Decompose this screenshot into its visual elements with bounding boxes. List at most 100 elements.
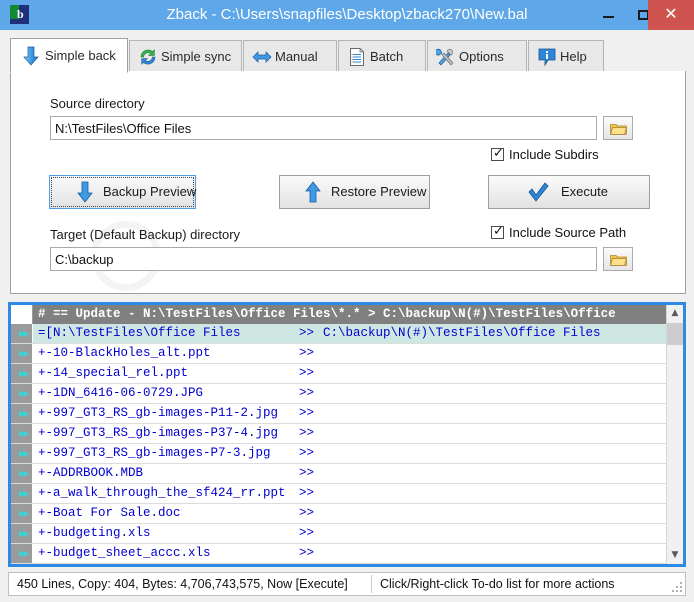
todo-list-inner: # == Update - N:\TestFiles\Office Files\… xyxy=(11,305,683,564)
row-gutter[interactable]: ▸▸ xyxy=(11,404,33,423)
tab-manual[interactable]: Manual xyxy=(243,40,337,72)
todo-row-name: +-997_GT3_RS_gb-images-P37-4.jpg xyxy=(38,426,279,440)
tab-batch-label: Batch xyxy=(370,49,404,64)
double-chevron-right-icon: ▸▸ xyxy=(18,506,29,520)
down-arrow-icon xyxy=(21,46,41,66)
include-subdirs-box: ✓ xyxy=(491,145,504,161)
chevron-down-icon: ▼ xyxy=(671,550,679,560)
todo-list-row[interactable]: ▸▸ +-1DN_6416-06-0729.JPG >> xyxy=(11,384,666,404)
include-source-path-label: Include Source Path xyxy=(509,225,627,240)
todo-row-arrow: >> xyxy=(299,506,315,520)
resize-grip[interactable] xyxy=(670,580,682,592)
double-chevron-right-icon: ▸▸ xyxy=(18,446,29,460)
backup-preview-button[interactable]: Backup Preview xyxy=(49,175,196,209)
status-left-text: 450 Lines, Copy: 404, Bytes: 4,706,743,5… xyxy=(17,577,348,591)
minimize-button[interactable] xyxy=(590,0,626,30)
todo-list-row[interactable]: ▸▸ +-997_GT3_RS_gb-images-P37-4.jpg >> xyxy=(11,424,666,444)
row-gutter[interactable]: ▸▸ xyxy=(11,324,33,343)
target-directory-input[interactable] xyxy=(50,247,597,271)
blue-up-arrow-icon xyxy=(302,181,324,203)
todo-list-row[interactable]: ▸▸ +-ADDRBOOK.MDB >> xyxy=(11,464,666,484)
execute-label: Execute xyxy=(561,184,608,199)
tab-help-label: Help xyxy=(560,49,587,64)
chevron-up-icon: ▲ xyxy=(671,308,679,318)
double-chevron-right-icon: ▸▸ xyxy=(18,406,29,420)
todo-row-arrow: >> xyxy=(299,486,315,500)
todo-list-scrollbar[interactable]: ▲ ▼ xyxy=(666,305,683,564)
todo-list-row[interactable]: ▸▸ +-10-BlackHoles_alt.ppt >> xyxy=(11,344,666,364)
tools-wrench-icon xyxy=(436,47,456,67)
todo-row-arrow: >> xyxy=(299,466,315,480)
folder-icon xyxy=(610,124,627,135)
target-browse-button[interactable] xyxy=(603,247,633,271)
todo-row-arrow: >> xyxy=(299,446,315,460)
double-chevron-right-icon: ▸▸ xyxy=(18,346,29,360)
close-icon: ✕ xyxy=(664,6,678,23)
todo-row-name: +-10-BlackHoles_alt.ppt xyxy=(38,346,211,360)
todo-list-row[interactable]: ▸▸ +-a_walk_through_the_sf424_rr.ppt >> xyxy=(11,484,666,504)
tab-batch[interactable]: Batch xyxy=(338,40,426,72)
row-gutter[interactable]: ▸▸ xyxy=(11,424,33,443)
row-gutter[interactable]: ▸▸ xyxy=(11,364,33,383)
close-button[interactable]: ✕ xyxy=(648,0,694,30)
title-bar: b Zback - C:\Users\snapfiles\Desktop\zba… xyxy=(0,0,694,30)
todo-list-row[interactable]: ▸▸ +-budget_sheet_accc.xls >> xyxy=(11,544,666,564)
zback-app-icon: b xyxy=(10,5,29,24)
todo-row-target: C:\backup\N(#)\TestFiles\Office Files xyxy=(323,326,601,340)
row-gutter[interactable]: ▸▸ xyxy=(11,444,33,463)
tab-strip: Simple back Simple sync Manual Batch Opt… xyxy=(10,38,686,73)
todo-row-name: +-1DN_6416-06-0729.JPG xyxy=(38,386,204,400)
status-separator xyxy=(371,575,372,593)
todo-list-row[interactable]: ▸▸ +-14_special_rel.ppt >> xyxy=(11,364,666,384)
scroll-up-button[interactable]: ▲ xyxy=(667,305,683,322)
todo-row-arrow: >> xyxy=(299,526,315,540)
scroll-down-button[interactable]: ▼ xyxy=(667,547,683,564)
todo-row-name: +-997_GT3_RS_gb-images-P11-2.jpg xyxy=(38,406,279,420)
todo-list-row[interactable]: ▸▸ +-budgeting.xls >> xyxy=(11,524,666,544)
scrollbar-thumb[interactable] xyxy=(667,323,683,345)
row-gutter[interactable]: ▸▸ xyxy=(11,544,33,563)
row-gutter[interactable]: ▸▸ xyxy=(11,524,33,543)
row-gutter[interactable]: ▸▸ xyxy=(11,344,33,363)
row-gutter[interactable]: ▸▸ xyxy=(11,464,33,483)
restore-preview-button[interactable]: Restore Preview xyxy=(279,175,430,209)
double-chevron-right-icon: ▸▸ xyxy=(18,366,29,380)
tab-simple-back[interactable]: Simple back xyxy=(10,38,128,73)
execute-button[interactable]: Execute xyxy=(488,175,650,209)
row-gutter[interactable]: ▸▸ xyxy=(11,504,33,523)
todo-list-header-text: # == Update - N:\TestFiles\Office Files\… xyxy=(38,307,616,321)
double-chevron-right-icon: ▸▸ xyxy=(18,526,29,540)
tab-help[interactable]: Help xyxy=(528,40,604,72)
tab-options[interactable]: Options xyxy=(427,40,527,72)
minimize-icon xyxy=(603,16,614,18)
tab-simple-sync-label: Simple sync xyxy=(161,49,232,64)
document-list-icon xyxy=(347,47,367,67)
todo-list-row[interactable]: ▸▸ +-997_GT3_RS_gb-images-P7-3.jpg >> xyxy=(11,444,666,464)
tab-simple-sync[interactable]: Simple sync xyxy=(129,40,242,72)
double-chevron-right-icon: ▸▸ xyxy=(18,546,29,560)
row-gutter[interactable]: ▸▸ xyxy=(11,484,33,503)
double-chevron-right-icon: ▸▸ xyxy=(18,426,29,440)
target-directory-label: Target (Default Backup) directory xyxy=(50,227,241,242)
source-directory-input[interactable] xyxy=(50,116,597,140)
row-gutter[interactable]: ▸▸ xyxy=(11,384,33,403)
source-directory-label: Source directory xyxy=(50,96,145,111)
source-browse-button[interactable] xyxy=(603,116,633,140)
status-bar: 450 Lines, Copy: 404, Bytes: 4,706,743,5… xyxy=(8,572,686,596)
blue-checkmark-icon xyxy=(527,181,549,203)
blue-down-arrow-icon xyxy=(74,181,96,203)
simple-back-panel: Source directory ✓ Include Subdirs Backu… xyxy=(10,71,686,294)
double-chevron-right-icon: ▸▸ xyxy=(18,466,29,480)
todo-row-arrow: >> xyxy=(299,326,315,340)
double-chevron-right-icon: ▸▸ xyxy=(18,386,29,400)
todo-row-arrow: >> xyxy=(299,406,315,420)
zback-window: b Zback - C:\Users\snapfiles\Desktop\zba… xyxy=(0,0,694,602)
todo-list-row[interactable]: ▸▸ +-Boat For Sale.doc >> xyxy=(11,504,666,524)
double-chevron-right-icon: ▸▸ xyxy=(18,486,29,500)
tab-simple-back-label: Simple back xyxy=(45,48,116,63)
todo-row-arrow: >> xyxy=(299,426,315,440)
todo-list-row[interactable]: ▸▸ +-997_GT3_RS_gb-images-P11-2.jpg >> xyxy=(11,404,666,424)
todo-list-row[interactable]: ▸▸ =[N:\TestFiles\Office Files >> C:\backup… xyxy=(11,324,666,344)
todo-row-name: +-997_GT3_RS_gb-images-P7-3.jpg xyxy=(38,446,271,460)
double-chevron-right-icon: ▸▸ xyxy=(18,326,29,340)
